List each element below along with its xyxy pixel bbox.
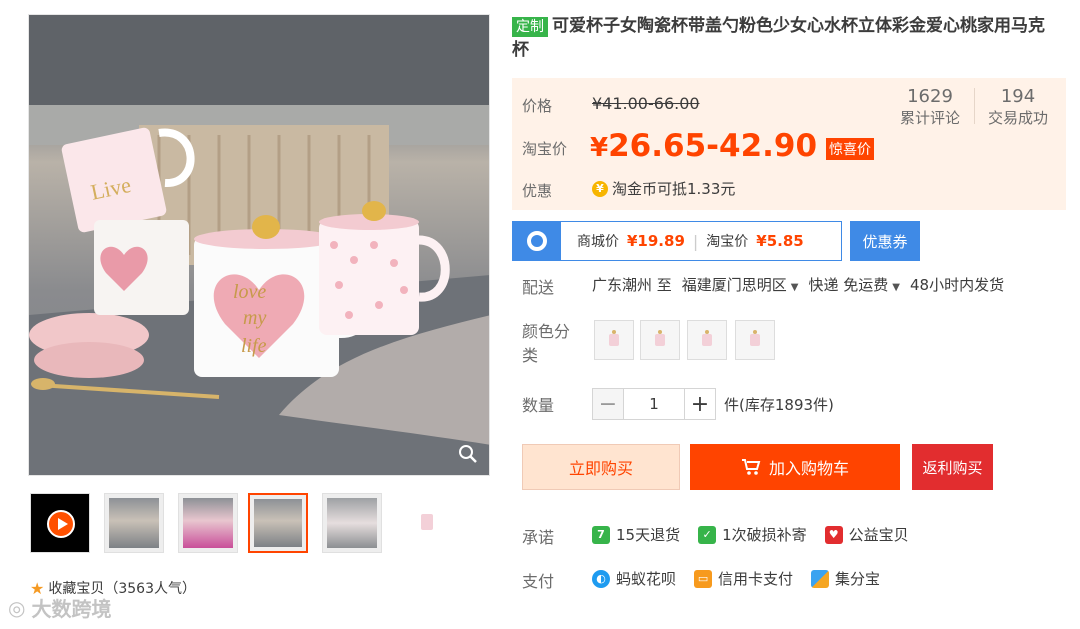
watermark-logo-icon: ◎	[8, 595, 26, 620]
quantity-increase-button[interactable]: +	[684, 388, 716, 420]
main-product-image[interactable]: Live love my life	[28, 14, 490, 476]
mall-tb-label: 淘宝价	[706, 234, 749, 250]
price-panel: 价格 ¥41.00-66.00 淘宝价 ¥26.65-42.90 惊喜价 162…	[512, 78, 1066, 210]
watermark: ◎ 大数跨境	[8, 593, 111, 622]
add-to-cart-button[interactable]: 加入购物车	[690, 444, 900, 490]
sales-label: 交易成功	[988, 109, 1049, 127]
payment-list: ◐ 蚂蚁花呗 ▭ 信用卡支付 集分宝	[592, 568, 880, 589]
mug-text-my: my	[243, 307, 266, 329]
tb-price-label: 淘宝价	[522, 140, 568, 158]
thumbnail-video[interactable]	[30, 493, 90, 553]
discount-label: 优惠	[522, 182, 553, 200]
watermark-text: 大数跨境	[31, 597, 112, 621]
promise-damage[interactable]: ✓ 1次破损补寄	[698, 524, 807, 545]
reviews-count: 1629	[907, 86, 953, 107]
mall-price-row: 商城价 ¥19.89 | 淘宝价 ¥5.85 优惠券	[512, 221, 920, 261]
chevron-down-icon: ▼	[790, 282, 799, 293]
custom-tag: 定制	[512, 17, 548, 37]
coupon-button[interactable]: 优惠券	[850, 221, 920, 261]
mall-price-value: ¥19.89	[627, 232, 685, 250]
promise-charity[interactable]: ♥ 公益宝贝	[824, 524, 909, 545]
delivery-info: 广东潮州 至 福建厦门思明区 ▼ 快递 免运费 ▼ 48小时内发货	[592, 274, 1004, 295]
reviews-stat[interactable]: 1629 累计评论	[900, 86, 960, 128]
quantity-label: 数量	[522, 396, 555, 415]
mall-separator: |	[692, 231, 699, 251]
mall-price-box[interactable]: 商城价 ¥19.89 | 淘宝价 ¥5.85	[512, 221, 842, 261]
mall-price-label: 商城价	[577, 234, 619, 250]
color-label: 颜色分类	[522, 322, 571, 365]
credit-card-icon: ▭	[694, 569, 713, 588]
mall-tb-value: ¥5.85	[756, 232, 804, 250]
quantity-input[interactable]: 1	[624, 388, 684, 420]
mug-text-love: love	[233, 281, 266, 303]
shield-icon: ✓	[698, 525, 717, 544]
thumbnail-1[interactable]	[104, 493, 164, 553]
thumbnail-5[interactable]	[396, 493, 456, 553]
color-option-3[interactable]	[687, 320, 727, 360]
thumbnail-2[interactable]	[178, 493, 238, 553]
mug-text-life: life	[241, 335, 267, 357]
reviews-label: 累计评论	[900, 109, 961, 127]
thumbnail-3[interactable]	[248, 493, 308, 553]
cart-icon	[741, 459, 761, 475]
color-option-4[interactable]	[735, 320, 775, 360]
promise-list: 7 15天退货 ✓ 1次破损补寄 ♥ 公益宝贝	[592, 524, 909, 545]
original-price: ¥41.00-66.00	[592, 94, 700, 113]
payment-label: 支付	[522, 572, 555, 591]
quantity-stepper: − 1 + 件(库存1893件)	[592, 388, 834, 420]
stat-divider	[974, 88, 975, 124]
payment-credit-card[interactable]: ▭ 信用卡支付	[694, 568, 793, 589]
quantity-decrease-button[interactable]: −	[592, 388, 624, 420]
thumbnail-4[interactable]	[322, 493, 382, 553]
zoom-icon[interactable]	[457, 443, 479, 465]
delivery-time: 48小时内发货	[909, 276, 1005, 294]
thumbnail-strip	[30, 493, 460, 553]
delivery-from: 广东潮州 至	[592, 276, 672, 294]
price-label: 价格	[522, 97, 553, 115]
promise-return[interactable]: 7 15天退货	[592, 524, 680, 545]
play-icon	[47, 510, 75, 538]
surprise-price-badge: 惊喜价	[826, 138, 874, 160]
jifenbao-icon	[811, 569, 830, 588]
coin-icon: ¥	[592, 180, 608, 197]
sales-stat: 194 交易成功	[988, 86, 1048, 128]
color-option-2[interactable]	[640, 320, 680, 360]
buy-now-button[interactable]: 立即购买	[522, 444, 680, 490]
sales-count: 194	[1000, 86, 1036, 107]
delivery-method[interactable]: 快递 免运费 ▼	[809, 274, 900, 295]
heart-icon: ♥	[824, 525, 843, 544]
title-text: 可爱杯子女陶瓷杯带盖勺粉色少女心水杯立体彩金爱心桃家用马克杯	[512, 16, 1045, 60]
taobao-price-value: 26.65-42.90	[608, 128, 818, 164]
taobao-q-icon	[513, 222, 561, 260]
color-option-1[interactable]	[594, 320, 634, 360]
delivery-label: 配送	[522, 278, 555, 297]
coin-text: 淘金币可抵1.33元	[612, 180, 736, 198]
huabei-icon: ◐	[592, 569, 610, 588]
return-7-icon: 7	[592, 525, 610, 544]
taobao-price: ¥26.65-42.90	[590, 128, 817, 164]
stock-text: 件(库存1893件)	[724, 395, 834, 414]
product-title: 定制 可爱杯子女陶瓷杯带盖勺粉色少女心水杯立体彩金爱心桃家用马克杯	[512, 14, 1057, 62]
product-photo: Live love my life	[29, 15, 489, 475]
payment-jifenbao[interactable]: 集分宝	[811, 568, 880, 589]
chevron-down-icon: ▼	[892, 282, 900, 293]
payment-huabei[interactable]: ◐ 蚂蚁花呗	[592, 568, 676, 589]
add-to-cart-label: 加入购物车	[768, 459, 849, 478]
tao-coin-discount: ¥ 淘金币可抵1.33元	[592, 178, 735, 199]
rebate-buy-button[interactable]: 返利购买	[912, 444, 993, 490]
yen-symbol: ¥	[590, 133, 609, 163]
promise-label: 承诺	[522, 528, 555, 547]
delivery-destination[interactable]: 福建厦门思明区 ▼	[682, 274, 799, 295]
